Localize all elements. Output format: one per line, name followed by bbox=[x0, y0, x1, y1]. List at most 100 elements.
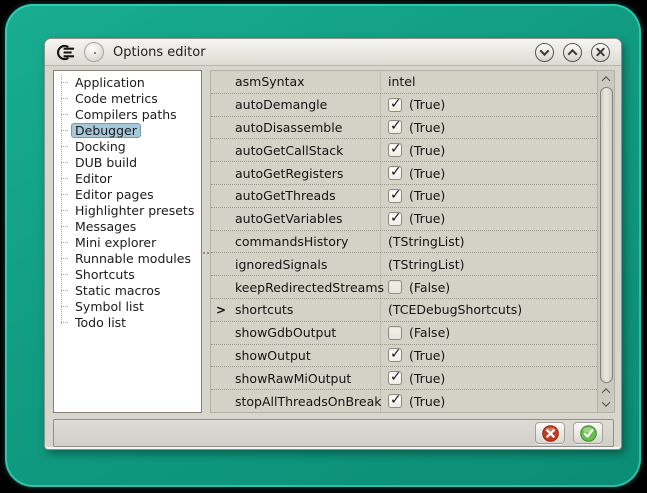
property-row[interactable]: keepRedirectedStreams (False) bbox=[211, 276, 597, 299]
property-value[interactable]: (True) bbox=[381, 394, 597, 409]
tree-guide bbox=[61, 306, 68, 307]
property-row[interactable]: autoDemangle (True) bbox=[211, 94, 597, 117]
property-value[interactable]: (True) bbox=[381, 348, 597, 363]
sidebar-item-highlighter-presets[interactable]: Highlighter presets bbox=[54, 202, 201, 218]
property-name[interactable]: ignoredSignals bbox=[231, 253, 381, 275]
row-gutter bbox=[211, 208, 231, 230]
scrollbar-thumb[interactable] bbox=[600, 87, 613, 383]
property-name[interactable]: stopAllThreadsOnBreak bbox=[231, 390, 381, 412]
property-row[interactable]: showRawMiOutput (True) bbox=[211, 367, 597, 390]
checkbox-checked-icon[interactable] bbox=[388, 189, 402, 203]
property-name[interactable]: autoGetVariables bbox=[231, 208, 381, 230]
property-row[interactable]: ignoredSignals (TStringList) bbox=[211, 253, 597, 276]
checkbox-checked-icon[interactable] bbox=[388, 98, 402, 112]
row-gutter bbox=[211, 276, 231, 298]
cancel-button[interactable] bbox=[535, 422, 565, 444]
app-logo-icon bbox=[56, 44, 75, 61]
property-name[interactable]: autoDisassemble bbox=[231, 117, 381, 139]
sidebar-item-runnable-modules[interactable]: Runnable modules bbox=[54, 250, 201, 266]
sidebar-item-editor-pages[interactable]: Editor pages bbox=[54, 186, 201, 202]
sidebar-item-shortcuts[interactable]: Shortcuts bbox=[54, 266, 201, 282]
property-value[interactable]: (True) bbox=[381, 97, 597, 112]
property-row[interactable]: stopAllThreadsOnBreak (True) bbox=[211, 390, 597, 412]
sidebar-item-mini-explorer[interactable]: Mini explorer bbox=[54, 234, 201, 250]
property-value[interactable]: (TStringList) bbox=[381, 234, 597, 249]
chevron-down-icon bbox=[540, 46, 550, 56]
property-value[interactable]: (TStringList) bbox=[381, 257, 597, 272]
property-value[interactable]: (True) bbox=[381, 166, 597, 181]
property-name[interactable]: showRawMiOutput bbox=[231, 367, 381, 389]
property-name[interactable]: showOutput bbox=[231, 345, 381, 367]
vertical-scrollbar[interactable] bbox=[597, 71, 614, 412]
property-row[interactable]: commandsHistory (TStringList) bbox=[211, 231, 597, 254]
property-name[interactable]: showGdbOutput bbox=[231, 322, 381, 344]
property-value[interactable]: (True) bbox=[381, 143, 597, 158]
checkbox-checked-icon[interactable] bbox=[388, 166, 402, 180]
property-name[interactable]: autoGetCallStack bbox=[231, 139, 381, 161]
property-row[interactable]: showGdbOutput (False) bbox=[211, 322, 597, 345]
checkbox-checked-icon[interactable] bbox=[388, 371, 402, 385]
scroll-down-button[interactable] bbox=[600, 399, 613, 409]
property-row[interactable]: autoGetRegisters (True) bbox=[211, 162, 597, 185]
property-row[interactable]: autoGetThreads (True) bbox=[211, 185, 597, 208]
sidebar-item-application[interactable]: Application bbox=[54, 74, 201, 90]
property-value[interactable]: (True) bbox=[381, 211, 597, 226]
value-text: (TCEDebugShortcuts) bbox=[388, 302, 522, 317]
property-name[interactable]: shortcuts bbox=[231, 299, 381, 321]
property-value[interactable]: intel bbox=[381, 74, 597, 89]
sidebar-item-label: Runnable modules bbox=[71, 251, 195, 266]
sidebar-item-messages[interactable]: Messages bbox=[54, 218, 201, 234]
property-name[interactable]: autoGetThreads bbox=[231, 185, 381, 207]
sidebar-item-symbol-list[interactable]: Symbol list bbox=[54, 298, 201, 314]
checkbox-checked-icon[interactable] bbox=[388, 120, 402, 134]
property-name[interactable]: autoGetRegisters bbox=[231, 162, 381, 184]
ok-button[interactable] bbox=[573, 422, 603, 444]
sidebar-item-docking[interactable]: Docking bbox=[54, 138, 201, 154]
row-gutter bbox=[211, 117, 231, 139]
sidebar-item-editor[interactable]: Editor bbox=[54, 170, 201, 186]
property-name[interactable]: keepRedirectedStreams bbox=[231, 276, 381, 298]
property-row[interactable]: autoGetVariables (True) bbox=[211, 208, 597, 231]
maximize-button[interactable] bbox=[563, 43, 582, 62]
sidebar-item-todo-list[interactable]: Todo list bbox=[54, 314, 201, 330]
property-value[interactable]: (TCEDebugShortcuts) bbox=[381, 302, 597, 317]
sidebar-item-code-metrics[interactable]: Code metrics bbox=[54, 90, 201, 106]
property-value[interactable]: (False) bbox=[381, 325, 597, 340]
red-cross-icon bbox=[542, 425, 559, 442]
checkbox-checked-icon[interactable] bbox=[388, 143, 402, 157]
checkbox-unchecked-icon[interactable] bbox=[388, 280, 402, 294]
property-value[interactable]: (False) bbox=[381, 280, 597, 295]
property-row-selected[interactable]: > shortcuts (TCEDebugShortcuts) bbox=[211, 299, 597, 322]
property-name[interactable]: commandsHistory bbox=[231, 231, 381, 253]
property-name[interactable]: autoDemangle bbox=[231, 94, 381, 116]
sidebar-item-dub-build[interactable]: DUB build bbox=[54, 154, 201, 170]
property-name[interactable]: asmSyntax bbox=[231, 71, 381, 93]
row-gutter bbox=[211, 322, 231, 344]
checkbox-checked-icon[interactable] bbox=[388, 212, 402, 226]
tree-guide bbox=[61, 242, 68, 243]
close-button[interactable] bbox=[591, 43, 610, 62]
minimize-button[interactable] bbox=[535, 43, 554, 62]
property-row[interactable]: asmSyntax intel bbox=[211, 71, 597, 94]
property-value[interactable]: (True) bbox=[381, 188, 597, 203]
checkbox-unchecked-icon[interactable] bbox=[388, 326, 402, 340]
scroll-up-button[interactable] bbox=[600, 74, 613, 84]
property-value[interactable]: (True) bbox=[381, 371, 597, 386]
sidebar-item-static-macros[interactable]: Static macros bbox=[54, 282, 201, 298]
titlebar[interactable]: Options editor bbox=[45, 39, 621, 66]
property-row[interactable]: autoDisassemble (True) bbox=[211, 117, 597, 140]
property-grid: asmSyntax intel autoDemangle (True) auto… bbox=[210, 70, 615, 413]
scroll-up-button-bottom[interactable] bbox=[600, 386, 613, 396]
value-text: (True) bbox=[409, 394, 445, 409]
sidebar-item-debugger[interactable]: Debugger bbox=[54, 122, 201, 138]
property-row[interactable]: autoGetCallStack (True) bbox=[211, 139, 597, 162]
desktop-frame: Options editor Application Code metrics … bbox=[5, 4, 641, 487]
value-text: (True) bbox=[409, 97, 445, 112]
property-row[interactable]: showOutput (True) bbox=[211, 345, 597, 368]
panel-splitter[interactable] bbox=[202, 70, 210, 413]
checkbox-checked-icon[interactable] bbox=[388, 394, 402, 408]
checkbox-checked-icon[interactable] bbox=[388, 348, 402, 362]
window-menu-button[interactable] bbox=[84, 42, 104, 62]
sidebar-item-compilers-paths[interactable]: Compilers paths bbox=[54, 106, 201, 122]
property-value[interactable]: (True) bbox=[381, 120, 597, 135]
